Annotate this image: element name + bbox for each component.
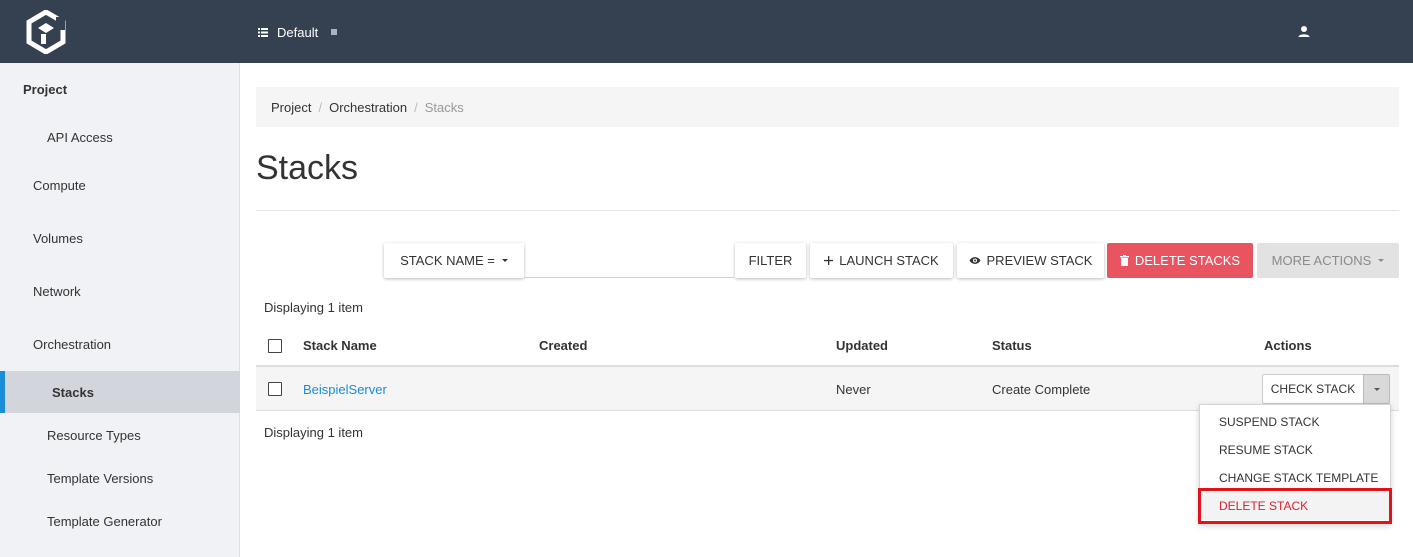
stack-name-link[interactable]: BeispielServer — [303, 382, 387, 397]
filter-input[interactable] — [524, 243, 734, 278]
more-actions-button[interactable]: MORE ACTIONS — [1257, 243, 1399, 278]
sidebar-item-api-access[interactable]: API Access — [0, 116, 240, 158]
status-cell: Create Complete — [992, 382, 1091, 397]
launch-stack-button[interactable]: LAUNCH STACK — [810, 243, 953, 278]
column-header-actions: Actions — [1264, 338, 1312, 353]
filter-field-dropdown[interactable]: STACK NAME = — [384, 243, 524, 278]
list-icon — [258, 27, 268, 37]
item-count-bottom: Displaying 1 item — [264, 425, 363, 440]
breadcrumb-orchestration[interactable]: Orchestration — [329, 100, 407, 115]
column-header-status[interactable]: Status — [992, 338, 1032, 353]
delete-stacks-label: DELETE STACKS — [1134, 253, 1241, 268]
sidebar-item-label: Volumes — [33, 230, 83, 246]
sidebar-item-label: Resource Types — [47, 427, 141, 443]
breadcrumb-separator: / — [414, 99, 418, 115]
breadcrumb-project[interactable]: Project — [271, 100, 311, 115]
sidebar-item-label: Network — [33, 283, 81, 299]
sidebar-item-template-generator[interactable]: Template Generator — [0, 500, 240, 542]
caret-down-icon — [501, 259, 508, 262]
sidebar-item-label: Compute — [33, 177, 86, 193]
sidebar-item-resource-types[interactable]: Resource Types — [0, 414, 240, 456]
caret-icon — [331, 29, 338, 35]
breadcrumb: Project / Orchestration / Stacks — [256, 87, 1399, 127]
more-actions-label: MORE ACTIONS — [1271, 253, 1372, 268]
row-checkbox[interactable] — [268, 382, 282, 396]
preview-stack-label: PREVIEW STACK — [986, 253, 1093, 268]
column-header-updated[interactable]: Updated — [836, 338, 888, 353]
menu-item-suspend-stack[interactable]: SUSPEND STACK — [1200, 408, 1390, 436]
hexagon-logo-icon[interactable] — [26, 10, 66, 54]
user-icon[interactable] — [1296, 24, 1312, 40]
delete-stacks-button[interactable]: DELETE STACKS — [1107, 243, 1253, 278]
sidebar: Project API Access Compute Volumes Netwo… — [0, 63, 240, 557]
project-picker[interactable]: Default — [258, 22, 338, 42]
updated-cell: Never — [836, 382, 871, 397]
trash-icon — [1119, 255, 1129, 266]
sidebar-item-orchestration[interactable]: Orchestration — [0, 323, 240, 365]
column-header-created[interactable]: Created — [539, 338, 587, 353]
breadcrumb-separator: / — [318, 99, 323, 115]
launch-stack-label: LAUNCH STACK — [839, 253, 939, 268]
project-name: Default — [277, 24, 319, 40]
eye-icon — [969, 257, 981, 264]
plus-icon — [824, 256, 834, 265]
sidebar-item-label: Project — [23, 81, 68, 97]
sidebar-item-label: Stacks — [52, 384, 94, 400]
filter-button[interactable]: FILTER — [735, 243, 806, 278]
filter-button-label: FILTER — [748, 253, 793, 268]
check-stack-label: CHECK STACK — [1270, 382, 1356, 396]
sidebar-item-stacks[interactable]: Stacks — [0, 371, 240, 413]
check-stack-button[interactable]: CHECK STACK — [1262, 374, 1364, 404]
title-divider — [256, 210, 1399, 211]
caret-down-icon — [1373, 387, 1380, 391]
filter-field-label: STACK NAME = — [400, 253, 495, 268]
row-actions-dropdown-toggle[interactable] — [1363, 374, 1390, 404]
sidebar-item-project[interactable]: Project — [0, 68, 240, 110]
sidebar-item-volumes[interactable]: Volumes — [0, 217, 240, 259]
caret-down-icon — [1378, 259, 1385, 262]
row-actions-menu: SUSPEND STACK RESUME STACK CHANGE STACK … — [1199, 404, 1391, 524]
preview-stack-button[interactable]: PREVIEW STACK — [957, 243, 1104, 278]
sidebar-item-compute[interactable]: Compute — [0, 164, 240, 206]
select-all-checkbox[interactable] — [268, 339, 282, 353]
menu-item-resume-stack[interactable]: RESUME STACK — [1200, 436, 1390, 464]
menu-item-delete-stack[interactable]: DELETE STACK — [1200, 492, 1390, 520]
menu-item-change-stack-template[interactable]: CHANGE STACK TEMPLATE — [1200, 464, 1390, 492]
sidebar-item-label: Orchestration — [33, 336, 112, 352]
sidebar-item-label: API Access — [47, 129, 113, 145]
breadcrumb-stacks: Stacks — [424, 99, 464, 115]
top-navbar: Default — [0, 0, 1413, 63]
sidebar-item-template-versions[interactable]: Template Versions — [0, 457, 240, 499]
sidebar-item-label: Template Versions — [47, 470, 154, 486]
item-count-top: Displaying 1 item — [264, 300, 363, 315]
sidebar-item-network[interactable]: Network — [0, 270, 240, 312]
page-title: Stacks — [256, 149, 359, 187]
table-header: Stack Name Created Updated Status Action… — [256, 325, 1399, 367]
sidebar-item-label: Template Generator — [47, 513, 162, 529]
column-header-stack-name[interactable]: Stack Name — [303, 338, 377, 353]
